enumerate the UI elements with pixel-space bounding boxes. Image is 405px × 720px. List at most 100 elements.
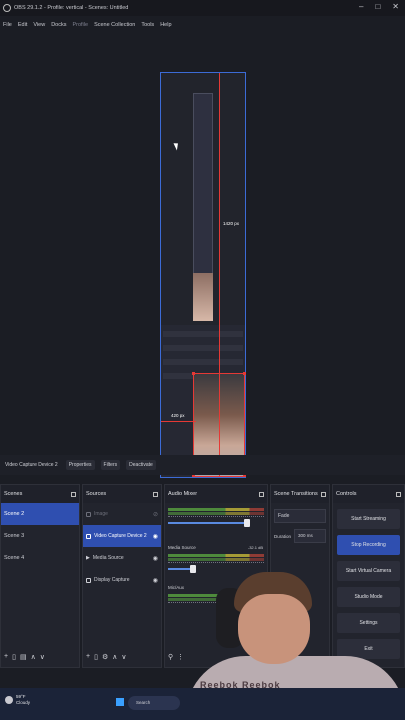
trash-icon[interactable]: ▯ xyxy=(12,653,16,661)
mixer-header: Audio Mixer xyxy=(165,485,267,503)
visibility-icon[interactable]: ◉ xyxy=(153,555,158,562)
mixer-title: Audio Mixer xyxy=(168,491,198,497)
source-label: Image xyxy=(94,511,108,517)
move-down-button[interactable]: ∨ xyxy=(121,653,126,661)
close-button[interactable]: ✕ xyxy=(392,2,399,11)
add-source-button[interactable]: + xyxy=(86,653,90,661)
play-icon: ▶ xyxy=(86,555,90,561)
guide-line-vertical xyxy=(219,73,220,477)
sources-title: Sources xyxy=(86,491,107,497)
sources-header: Sources xyxy=(83,485,161,503)
preview-area[interactable]: 1420 px 420 px xyxy=(0,34,405,478)
scene-item[interactable]: Scene 2 xyxy=(1,503,79,525)
visibility-icon[interactable]: ◉ xyxy=(153,577,158,584)
source-label: Media Source xyxy=(92,555,124,561)
source-item[interactable]: Image ⊘ xyxy=(83,503,161,525)
weather-condition: Cloudy xyxy=(16,700,31,705)
menu-file[interactable]: File xyxy=(3,22,12,28)
windows-start-icon[interactable] xyxy=(116,698,124,706)
maximize-button[interactable]: □ xyxy=(375,2,380,11)
link-icon[interactable]: ⚲ xyxy=(168,653,173,661)
sources-dock: Sources Image ⊘ Video Capture Device 2 ◉… xyxy=(82,484,162,668)
properties-button[interactable]: Properties xyxy=(65,460,95,470)
menu-edit[interactable]: Edit xyxy=(18,22,27,28)
taskbar: 59°F Cloudy Search xyxy=(0,688,405,720)
volume-meter xyxy=(168,512,264,515)
measure-label-vertical: 1420 px xyxy=(223,221,240,226)
scenes-header: Scenes xyxy=(1,485,79,503)
scene-item[interactable]: Scene 3 xyxy=(1,525,79,547)
taskbar-search[interactable]: Search xyxy=(128,696,180,710)
minimize-button[interactable]: – xyxy=(359,2,363,11)
filters-button[interactable]: Filters xyxy=(100,460,121,470)
menu-tools[interactable]: Tools xyxy=(141,22,154,28)
window-title: OBS 29.1.2 - Profile: vertical - Scenes:… xyxy=(14,5,129,11)
camera-icon xyxy=(86,533,91,539)
menu-docks[interactable]: Docks xyxy=(51,22,66,28)
move-down-button[interactable]: ∨ xyxy=(40,653,45,661)
scene-item[interactable]: Scene 4 xyxy=(1,547,79,569)
volume-meter xyxy=(168,508,264,511)
stop-recording-button[interactable]: Stop Recording xyxy=(337,535,400,555)
volume-meter xyxy=(168,558,264,561)
nested-ui-row xyxy=(163,359,243,365)
selected-source-name: Video Capture Device 2 xyxy=(5,462,58,468)
menu-profile[interactable]: Profile xyxy=(72,22,88,28)
transition-select[interactable]: Fade xyxy=(274,509,326,523)
source-item[interactable]: Display Capture ◉ xyxy=(83,569,161,591)
resize-handle[interactable] xyxy=(192,372,195,375)
cloud-icon xyxy=(5,696,13,704)
nested-ui-row xyxy=(163,331,243,337)
undock-icon[interactable] xyxy=(153,491,158,497)
nested-webcam-thumbnail xyxy=(193,273,213,321)
mixer-channel xyxy=(165,503,267,543)
channel-db: -32.1 dB xyxy=(247,545,263,550)
move-up-button[interactable]: ∧ xyxy=(31,653,36,661)
menu-scene-collection[interactable]: Scene Collection xyxy=(94,22,135,28)
move-up-button[interactable]: ∧ xyxy=(112,653,117,661)
trash-icon[interactable]: ▯ xyxy=(94,653,98,661)
transitions-title: Scene Transitions xyxy=(274,491,318,497)
source-item[interactable]: Video Capture Device 2 ◉ xyxy=(83,525,161,547)
weather-widget[interactable]: 59°F Cloudy xyxy=(5,694,30,706)
scenes-dock: Scenes Scene 2 Scene 3 Scene 4 + ▯ ▤ ∧ ∨ xyxy=(0,484,80,668)
person-face xyxy=(238,594,310,664)
source-label: Video Capture Device 2 xyxy=(94,533,147,539)
scenes-footer: + ▯ ▤ ∧ ∨ xyxy=(4,653,45,661)
menu-view[interactable]: View xyxy=(33,22,45,28)
add-scene-button[interactable]: + xyxy=(4,653,8,661)
deactivate-button[interactable]: Deactivate xyxy=(126,460,156,470)
undock-icon[interactable] xyxy=(321,491,326,497)
undock-icon[interactable] xyxy=(396,491,401,497)
sources-footer: + ▯ ⚙ ∧ ∨ xyxy=(86,653,126,661)
menu-icon[interactable]: ⋮ xyxy=(177,653,184,661)
filter-icon[interactable]: ▤ xyxy=(20,653,27,661)
slider-knob[interactable] xyxy=(244,519,250,527)
transitions-header: Scene Transitions xyxy=(271,485,329,503)
gear-icon[interactable]: ⚙ xyxy=(102,653,108,661)
menu-help[interactable]: Help xyxy=(160,22,171,28)
source-item[interactable]: ▶ Media Source ◉ xyxy=(83,547,161,569)
duration-row: Duration 300 ms xyxy=(274,529,326,543)
preview-canvas[interactable]: 1420 px 420 px xyxy=(160,72,246,478)
undock-icon[interactable] xyxy=(259,491,264,497)
image-icon xyxy=(86,511,91,517)
scenes-title: Scenes xyxy=(4,491,23,497)
controls-title: Controls xyxy=(336,491,357,497)
resize-handle[interactable] xyxy=(243,372,246,375)
volume-meter xyxy=(168,554,264,557)
visibility-icon[interactable]: ◉ xyxy=(153,533,158,540)
channel-name: Mic/Aux xyxy=(168,585,185,590)
measure-label-horizontal: 420 px xyxy=(171,413,185,418)
mixer-footer: ⚲ ⋮ xyxy=(168,653,184,661)
obs-icon xyxy=(3,4,11,12)
channel-name: Media Source xyxy=(168,545,196,550)
duration-input[interactable]: 300 ms xyxy=(294,529,326,543)
guide-line-horizontal xyxy=(161,421,196,422)
start-streaming-button[interactable]: Start Streaming xyxy=(337,509,400,529)
visibility-icon[interactable]: ⊘ xyxy=(153,511,158,518)
source-label: Display Capture xyxy=(94,577,130,583)
volume-slider[interactable] xyxy=(168,519,250,527)
menu-bar: File Edit View Docks Profile Scene Colle… xyxy=(0,18,405,32)
undock-icon[interactable] xyxy=(71,491,76,497)
